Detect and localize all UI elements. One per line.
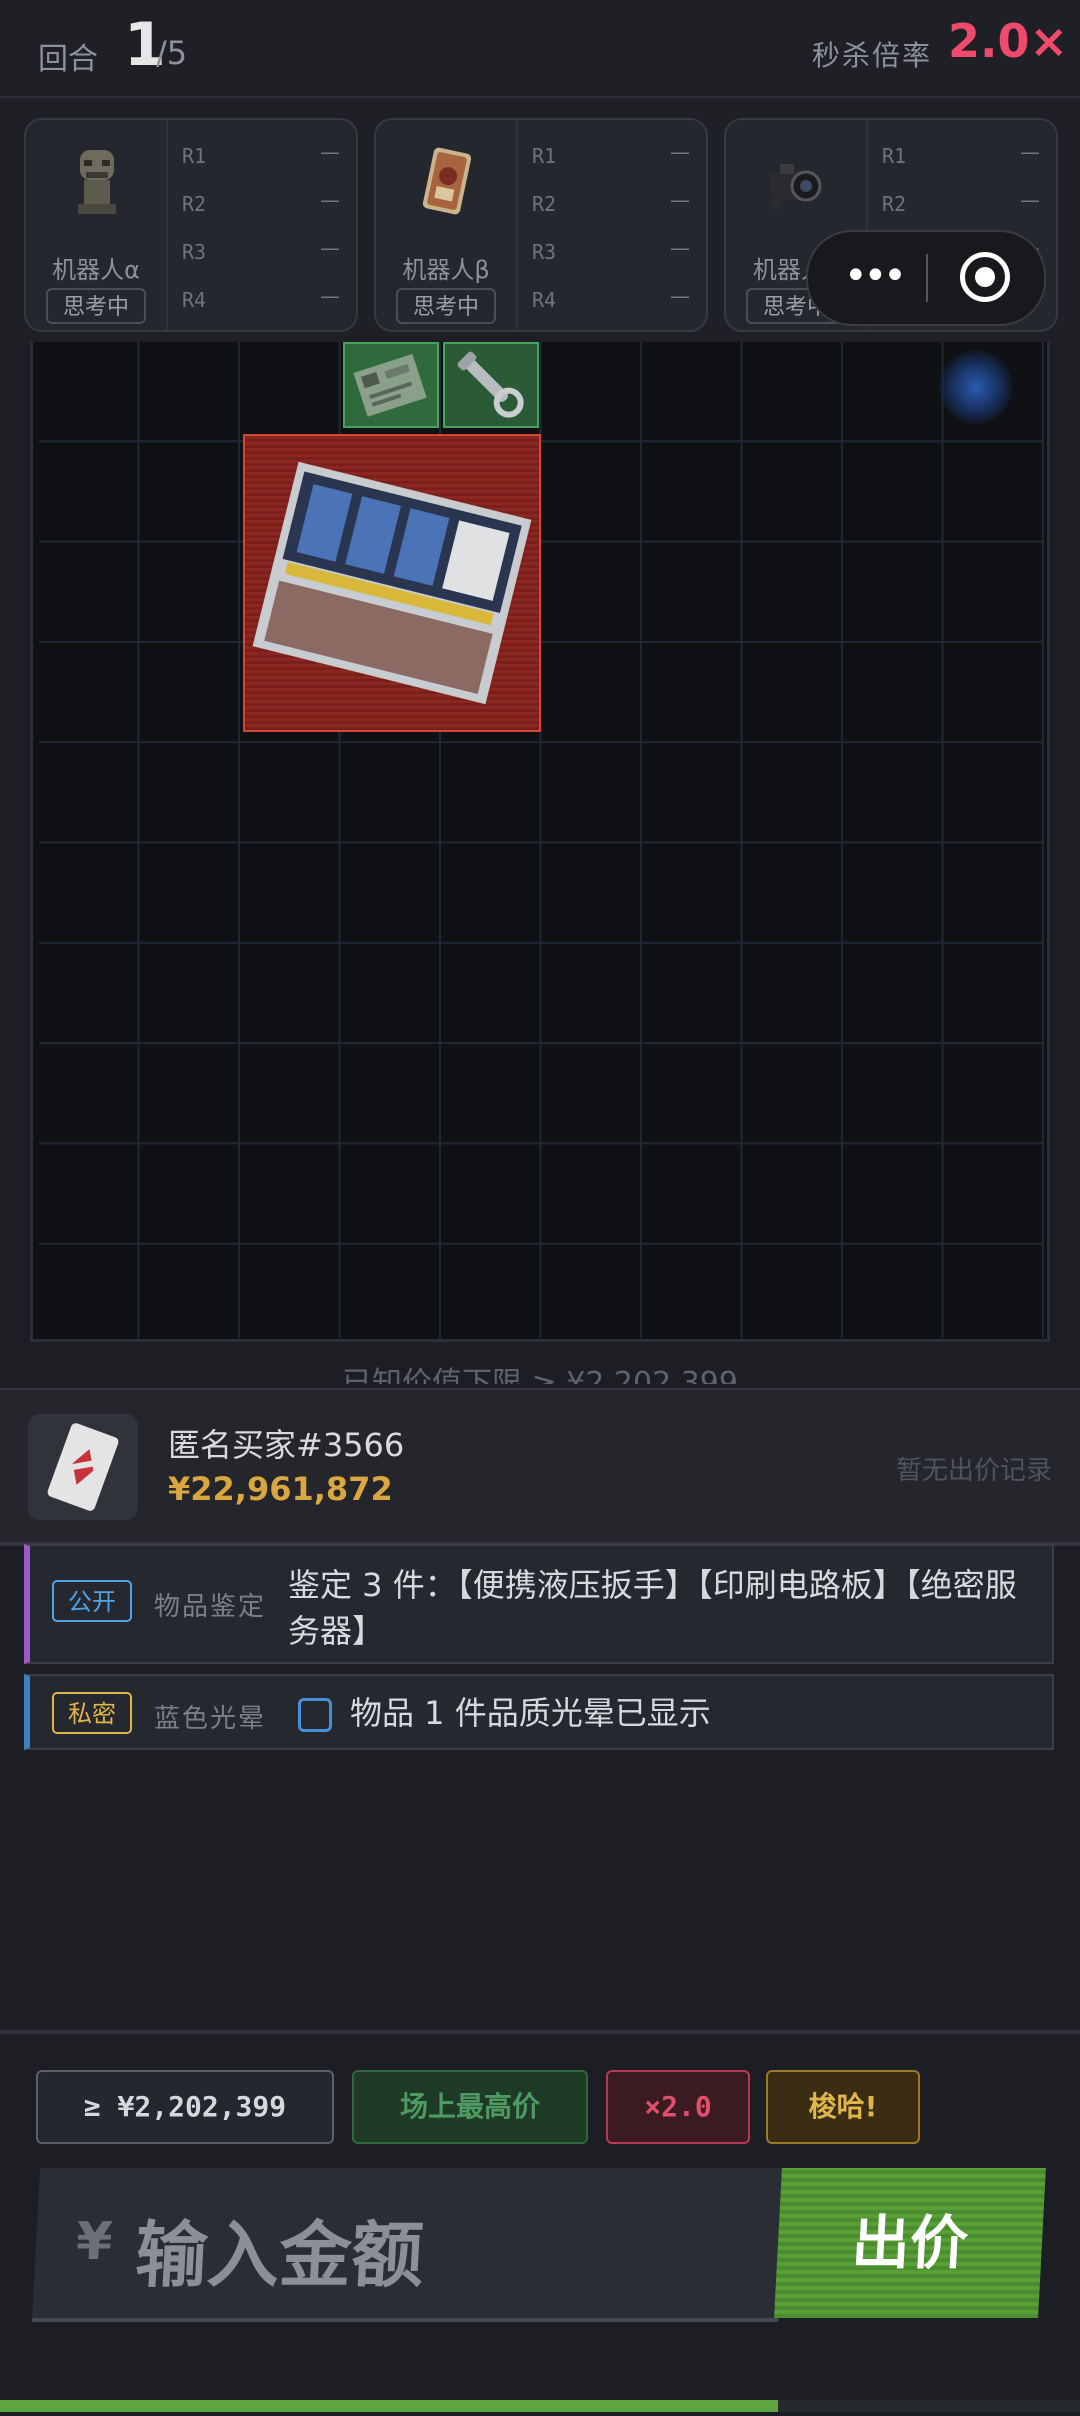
- circuit-board-icon: [353, 353, 427, 417]
- bid-button[interactable]: 出价: [774, 2168, 1046, 2318]
- robot-rounds: R1— R2— R3— R4—: [182, 136, 342, 328]
- highest-price-button[interactable]: 场上最高价: [352, 2070, 588, 2144]
- item-secret-server[interactable]: [243, 434, 541, 732]
- top-bidder-row: 匿名买家#3566 ¥22,961,872 暂无出价记录: [0, 1388, 1080, 1546]
- close-target-icon[interactable]: [960, 252, 1010, 302]
- round-row: R3—: [182, 236, 340, 264]
- value-floor-caption: 已知价值下限 ≥ ¥2,202,399: [342, 1366, 738, 1384]
- round-row: R1—: [182, 140, 340, 168]
- robot-card-alpha[interactable]: 机器人α 思考中 R1— R2— R3— R4—: [24, 118, 358, 332]
- round-row: R4—: [182, 284, 340, 312]
- round-row: R3—: [532, 236, 690, 264]
- clue-text: 鉴定 3 件：【便携液压扳手】【印刷电路板】【绝密服务器】: [288, 1566, 1017, 1650]
- server-icon: [252, 461, 532, 705]
- clue-type: 蓝色光晕: [154, 1704, 267, 1734]
- mini-program-capsule: •••: [806, 230, 1046, 326]
- robot-status: 思考中: [396, 288, 496, 324]
- robot-panel: 机器人α 思考中 R1— R2— R3— R4— 机器人β 思考中 R1— R2…: [0, 98, 1080, 344]
- robot-rounds: R1— R2— R3— R4—: [532, 136, 692, 328]
- grid-cells: [39, 342, 1044, 1338]
- robot-portrait: 机器人α 思考中: [26, 120, 168, 330]
- round-label: 回合: [38, 42, 98, 77]
- round-row: R2—: [532, 188, 690, 216]
- playing-card-icon: [47, 1423, 119, 1511]
- public-tag: 公开: [52, 1580, 132, 1622]
- more-icon[interactable]: •••: [844, 256, 907, 296]
- item-circuit-board[interactable]: [343, 342, 439, 428]
- clue-text: 物品 1 件品质光晕已显示: [350, 1694, 711, 1732]
- round-row: R4—: [532, 284, 690, 312]
- all-in-button[interactable]: 梭哈!: [766, 2070, 920, 2144]
- private-tag: 私密: [52, 1692, 132, 1734]
- round-row: R1—: [532, 140, 690, 168]
- robot-status: 思考中: [46, 288, 146, 324]
- bidder-avatar: [28, 1414, 138, 1520]
- rate-value: 2.0×: [948, 14, 1069, 68]
- round-row: R2—: [882, 188, 1040, 216]
- round-row: R1—: [882, 140, 1040, 168]
- round-row: R2—: [182, 188, 340, 216]
- bid-panel: ≥ ¥2,202,399 场上最高价 ×2.0 梭哈! ¥ 输入金额 出价: [0, 2030, 1080, 2416]
- private-clue: 私密 蓝色光晕 物品 1 件品质光晕已显示: [24, 1674, 1054, 1750]
- painted-tile-icon: [422, 147, 472, 215]
- amount-placeholder: 输入金额: [133, 2213, 426, 2297]
- wrench-icon: [457, 351, 524, 418]
- public-clue: 公开 物品鉴定 鉴定 3 件：【便携液压扳手】【印刷电路板】【绝密服务器】: [24, 1544, 1054, 1664]
- robot-name: 机器人α: [52, 256, 140, 284]
- item-hydraulic-wrench[interactable]: [443, 342, 539, 428]
- rate-label: 秒杀倍率: [812, 39, 933, 72]
- clue-checkbox[interactable]: [298, 1698, 332, 1732]
- item-grid: [30, 342, 1050, 1342]
- timer-progress-fill: [0, 2400, 778, 2412]
- timer-progress: [0, 2400, 1080, 2412]
- robot-name: 机器人β: [402, 256, 490, 284]
- bidder-name: 匿名买家#3566: [168, 1426, 405, 1464]
- stone-statue-icon: [78, 150, 116, 214]
- multiplier-button[interactable]: ×2.0: [606, 2070, 750, 2144]
- currency-symbol: ¥: [74, 2212, 114, 2272]
- bid-amount-row: ¥ 输入金额 出价: [31, 2168, 1046, 2322]
- bidder-price: ¥22,961,872: [168, 1470, 393, 1508]
- bid-history-status[interactable]: 暂无出价记录: [896, 1450, 1052, 1487]
- capsule-divider: [926, 254, 928, 302]
- clue-type: 物品鉴定: [154, 1592, 267, 1622]
- robot-portrait: 机器人β 思考中: [376, 120, 518, 330]
- amount-input[interactable]: ¥ 输入金额: [31, 2168, 787, 2322]
- blue-glow-indicator: [939, 350, 1013, 424]
- round-total: /5: [156, 34, 188, 72]
- top-bar: 回合 1 /5 秒杀倍率 2.0×: [0, 0, 1080, 98]
- camera-icon: [770, 164, 822, 212]
- robot-card-beta[interactable]: 机器人β 思考中 R1— R2— R3— R4—: [374, 118, 708, 332]
- min-bid-button[interactable]: ≥ ¥2,202,399: [36, 2070, 334, 2144]
